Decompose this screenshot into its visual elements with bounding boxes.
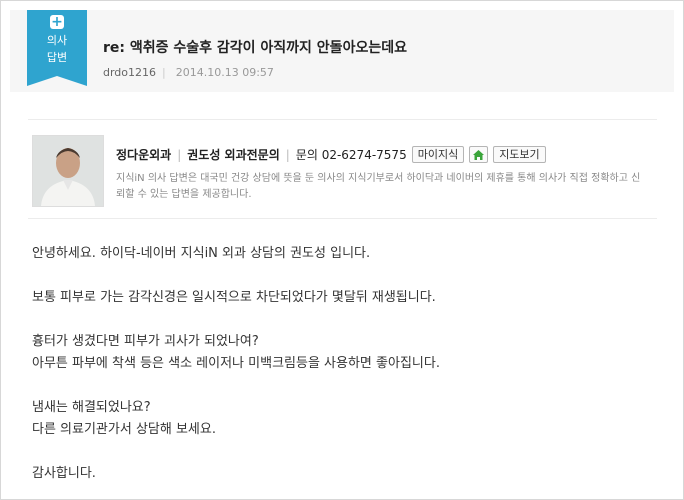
divider-bottom [28,218,657,219]
map-button[interactable]: 지도보기 [493,146,546,163]
answer-greeting: 안녕하세요. 하이닥-네이버 지식iN 외과 상담의 권도성 입니다. [32,246,371,261]
answer-paragraph: 냄새는 해결되었나요? [32,400,151,415]
plus-icon: + [50,14,64,30]
answer-closing: 감사합니다. [32,466,96,481]
answer-paragraph: 흉터가 생겼다면 피부가 괴사가 되었나여? [32,334,259,349]
doctor-avatar [32,135,104,207]
contact-phone: 문의 02-6274-7575 [295,148,407,162]
clinic-name[interactable]: 정다운외과 [116,146,171,163]
author-id[interactable]: drdo1216 [103,66,156,79]
answer-date: 2014.10.13 09:57 [175,66,274,79]
answer-card: + 의사 답변 re: 액취증 수술후 감각이 아직까지 안돌아오는데요 drd… [0,0,684,500]
answer-paragraph: 보통 피부로 가는 감각신경은 일시적으로 차단되었다가 몇달뒤 재생됩니다. [32,290,436,305]
doctor-note: 지식iN 의사 답변은 대국민 건강 상담에 뜻을 둔 의사의 지식기부로서 하… [116,173,641,200]
answer-paragraph: 아무튼 파부에 착색 등은 색소 레이저나 미백크림등을 사용하면 좋아집니다. [32,356,440,371]
badge-line2: 답변 [46,51,68,64]
doctor-name: 권도성 외과전문의 [187,148,280,162]
answer-title: re: 액취증 수술후 감각이 아직까지 안돌아오는데요 [103,40,407,56]
answer-meta: drdo1216 | 2014.10.13 09:57 [103,66,274,79]
answer-body: 안녕하세요. 하이닥-네이버 지식iN 외과 상담의 권도성 입니다. 보통 피… [32,243,652,485]
my-knowledge-button[interactable]: 마이지식 [411,146,465,163]
doctor-info: 정다운외과 | 권도성 외과전문의 | 문의 02-6274-7575 마이지식… [116,146,661,203]
home-icon[interactable] [469,146,489,163]
divider-top [28,119,657,120]
divider: | [285,147,290,162]
doctor-line: 정다운외과 | 권도성 외과전문의 | 문의 02-6274-7575 마이지식… [116,146,661,163]
badge-line1: 의사 [46,34,68,47]
badge-text: 의사 답변 [27,32,87,66]
doctor-answer-badge: + 의사 답변 [27,10,87,86]
divider: | [177,147,182,162]
meta-divider: | [162,66,166,79]
answer-paragraph: 다른 의료기관가서 상담해 보세요. [32,422,216,437]
